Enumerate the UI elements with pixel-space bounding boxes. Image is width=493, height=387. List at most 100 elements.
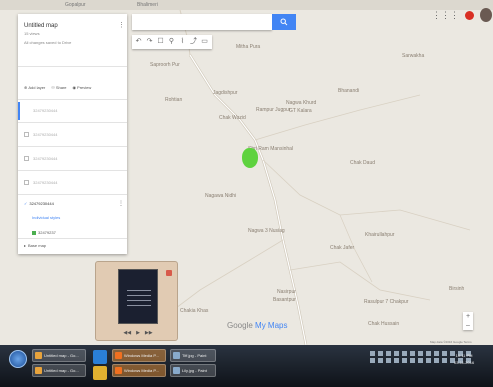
divider xyxy=(18,170,127,171)
taskbar-item[interactable]: Tiff.jpg - Paint xyxy=(170,349,216,362)
tray-icon[interactable] xyxy=(394,358,399,363)
base-map-label: Base map xyxy=(28,243,47,248)
map-legend-panel: Untitled map 15 views All changes saved … xyxy=(18,14,127,254)
tray-icon[interactable] xyxy=(402,358,407,363)
hand-icon[interactable]: ☐ xyxy=(156,37,165,47)
map-label: Mitha Pura xyxy=(236,44,261,50)
tray-icon[interactable] xyxy=(426,351,431,356)
search-button[interactable] xyxy=(272,14,296,30)
layer-item[interactable]: 32479230444 xyxy=(18,174,127,192)
layer-checkbox[interactable] xyxy=(24,180,29,185)
zoom-control: + – xyxy=(463,312,473,330)
system-clock[interactable]: 10:11 PM 03-11-2016 xyxy=(454,352,474,366)
layer-feature[interactable]: 32479237 xyxy=(32,230,56,235)
taskbar-item[interactable]: Untitled map - Go... xyxy=(32,349,86,362)
map-views: 15 views xyxy=(24,31,40,36)
layer-label: 32479230444 xyxy=(33,156,58,161)
share-button[interactable]: ⚇ Share xyxy=(51,85,66,90)
zoom-out-button[interactable]: – xyxy=(463,321,473,330)
tray-icon[interactable] xyxy=(410,351,415,356)
tray-icon[interactable] xyxy=(370,351,375,356)
map-copyright[interactable]: Map data ©2016 Google Terms xyxy=(430,340,472,344)
taskbar-item[interactable]: Windows Media P... xyxy=(112,364,166,377)
map-title[interactable]: Untitled map xyxy=(24,23,58,29)
map-label: Chakia Khas xyxy=(180,308,209,314)
map-label: Birsinh xyxy=(449,286,465,292)
checkmark-icon[interactable]: ✓ xyxy=(24,201,27,206)
search-input[interactable] xyxy=(132,14,272,30)
layer-style-link[interactable]: Individual styles xyxy=(32,215,60,220)
undo-icon[interactable]: ↶ xyxy=(134,37,143,47)
taskbar-item[interactable]: Untitled map - Go... xyxy=(32,364,86,377)
tray-icon[interactable] xyxy=(442,351,447,356)
next-icon[interactable]: ▶▶ xyxy=(145,330,153,336)
tray-icon[interactable] xyxy=(402,351,407,356)
close-icon[interactable] xyxy=(166,270,172,276)
more-options-icon[interactable]: ⋮ xyxy=(118,21,125,29)
selection-bar xyxy=(18,102,20,120)
tray-icon[interactable] xyxy=(378,351,383,356)
play-icon[interactable]: ▶ xyxy=(136,330,140,336)
divider xyxy=(18,194,127,195)
folder-icon[interactable] xyxy=(93,366,107,380)
tray-icon[interactable] xyxy=(418,358,423,363)
layer-item[interactable]: 32479230444 xyxy=(18,150,127,168)
active-layer-label: 32479230444 xyxy=(29,201,54,206)
paint-icon xyxy=(173,367,180,374)
map-top-strip: Gopalpur Bhalimeri xyxy=(0,0,493,10)
tray-icon[interactable] xyxy=(442,358,447,363)
taskbar: Untitled map - Go... Untitled map - Go..… xyxy=(0,345,493,387)
divider xyxy=(18,122,127,123)
divider xyxy=(18,99,127,100)
polygon-feature[interactable] xyxy=(242,148,258,168)
tray-icon[interactable] xyxy=(426,358,431,363)
paint-icon xyxy=(173,352,180,359)
task-label: Untitled map - Go... xyxy=(44,353,79,358)
map-label: Nagawa Nidhi xyxy=(205,193,237,199)
layer-item[interactable]: 32479230444 xyxy=(18,102,127,120)
tray-icon[interactable] xyxy=(394,351,399,356)
thumb-line xyxy=(127,305,151,306)
notification-icon[interactable] xyxy=(465,10,474,20)
tray-icon[interactable] xyxy=(434,351,439,356)
strip-label: Bhalimeri xyxy=(137,2,158,8)
ruler-icon[interactable]: ▭ xyxy=(200,37,209,47)
layer-label: 32479230444 xyxy=(33,132,58,137)
marker-icon[interactable]: ⚲ xyxy=(167,37,176,47)
start-button[interactable] xyxy=(9,350,27,368)
media-player-icon xyxy=(115,367,122,374)
tray-icon[interactable] xyxy=(410,358,415,363)
tray-icon[interactable] xyxy=(434,358,439,363)
layer-checkbox[interactable] xyxy=(24,132,29,137)
add-layer-button[interactable]: ⊕ Add layer xyxy=(24,85,45,90)
base-map-toggle[interactable]: ▸ Base map xyxy=(24,243,46,248)
layer-options-icon[interactable]: ⋮ xyxy=(118,200,124,207)
redo-icon[interactable]: ↷ xyxy=(145,37,154,47)
my-maps-logo-text: My Maps xyxy=(255,321,288,330)
apps-icon[interactable]: ⋮⋮⋮ xyxy=(432,10,459,21)
taskbar-item[interactable]: Windows Media P... xyxy=(112,349,166,362)
avatar[interactable] xyxy=(480,8,492,22)
tray-icon[interactable] xyxy=(378,358,383,363)
line-icon[interactable]: ⌇ xyxy=(178,37,187,47)
layer-item[interactable]: 32479230444 xyxy=(18,126,127,144)
active-layer-title[interactable]: ✓ 32479230444 xyxy=(24,201,54,206)
previous-icon[interactable]: ◀◀ xyxy=(123,330,131,336)
internet-explorer-icon[interactable] xyxy=(93,350,107,364)
taskbar-item[interactable]: Lily.jpg - Paint xyxy=(170,364,216,377)
tray-icon[interactable] xyxy=(418,351,423,356)
task-label: Windows Media P... xyxy=(124,353,159,358)
route-icon[interactable]: ⤴ xyxy=(189,37,198,47)
media-player-preview[interactable]: ◀◀ ▶ ▶▶ xyxy=(95,261,178,341)
tray-icon[interactable] xyxy=(370,358,375,363)
zoom-in-button[interactable]: + xyxy=(463,312,473,321)
tray-icon[interactable] xyxy=(386,351,391,356)
layer-checkbox[interactable] xyxy=(24,156,29,161)
tray-icon[interactable] xyxy=(386,358,391,363)
task-label: Lily.jpg - Paint xyxy=(182,368,207,373)
divider xyxy=(18,66,127,67)
preview-button[interactable]: ◉ Preview xyxy=(73,85,92,90)
map-label: Chak Wazid xyxy=(219,115,246,121)
map-label: Chak Daud xyxy=(350,160,376,166)
preview-icon: ◉ xyxy=(72,85,77,90)
